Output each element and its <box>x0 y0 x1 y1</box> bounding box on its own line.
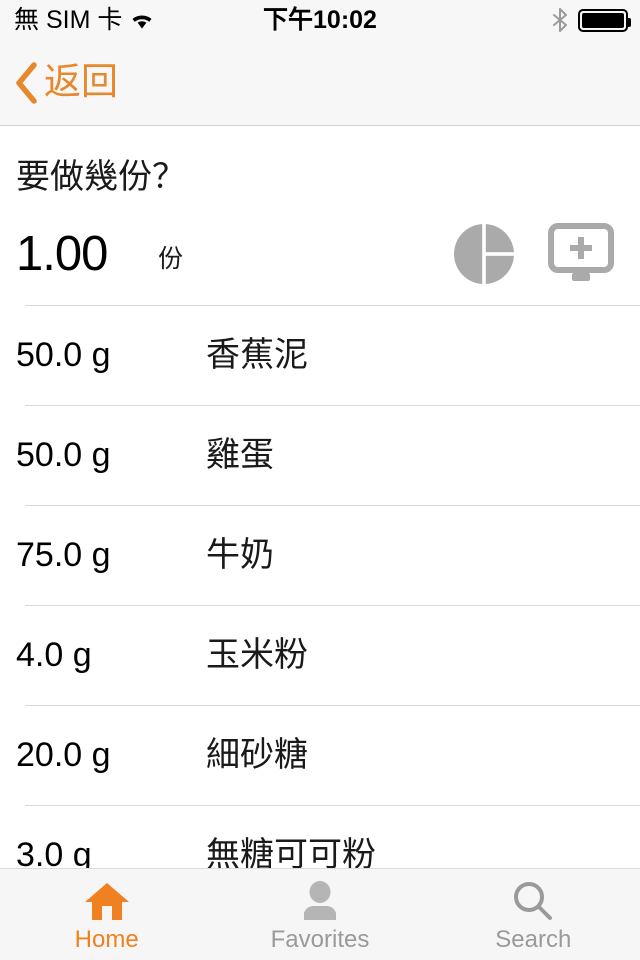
servings-value[interactable]: 1.00 <box>16 230 108 279</box>
search-icon <box>514 881 553 920</box>
table-row[interactable]: 3.0 g 無糖可可粉 <box>0 805 640 868</box>
servings-question-label: 要做幾份？ <box>16 158 186 196</box>
status-bar-left: 無 SIM 卡 <box>14 5 155 34</box>
bluetooth-icon <box>553 8 567 32</box>
chevron-left-icon <box>16 61 37 104</box>
home-icon <box>84 882 129 920</box>
navigation-bar: 返回 <box>0 40 640 126</box>
ingredient-name: 玉米粉 <box>206 636 308 674</box>
tab-home[interactable]: Home <box>0 869 213 960</box>
ingredient-name: 無糖可可粉 <box>206 836 376 868</box>
tab-search[interactable]: Search <box>427 869 640 960</box>
servings-actions <box>452 222 614 286</box>
servings-section: 要做幾份？ 1.00 份 <box>0 127 640 305</box>
back-button-label: 返回 <box>44 60 118 102</box>
wifi-icon <box>132 15 152 29</box>
table-row[interactable]: 50.0 g 香蕉泥 <box>0 305 640 405</box>
ingredient-name: 香蕉泥 <box>206 336 308 374</box>
ingredient-amount: 20.0 g <box>16 736 111 774</box>
tab-home-label: Home <box>74 925 139 953</box>
ingredient-amount: 75.0 g <box>16 536 111 574</box>
table-row[interactable]: 20.0 g 細砂糖 <box>0 705 640 805</box>
ingredient-amount: 4.0 g <box>16 636 92 674</box>
tab-home-icon-wrap <box>84 880 130 922</box>
table-row[interactable]: 50.0 g 雞蛋 <box>0 405 640 505</box>
tab-favorites[interactable]: Favorites <box>213 869 426 960</box>
tab-favorites-label: Favorites <box>270 925 370 953</box>
tab-search-label: Search <box>495 925 572 953</box>
ingredient-amount: 50.0 g <box>16 436 111 474</box>
screen-add-icon[interactable] <box>548 223 614 285</box>
ingredient-amount: 3.0 g <box>16 836 92 868</box>
table-row[interactable]: 75.0 g 牛奶 <box>0 505 640 605</box>
ingredient-amount: 50.0 g <box>16 336 111 374</box>
status-bar-right <box>552 0 631 40</box>
person-icon <box>303 880 336 920</box>
ingredient-list[interactable]: 50.0 g 香蕉泥 50.0 g 雞蛋 75.0 g 牛奶 4.0 g 玉米粉… <box>0 305 640 868</box>
back-button[interactable]: 返回 <box>0 60 118 104</box>
app-screen: 無 SIM 卡 下午10:02 返回 要做幾份？ 1.00 份 50.0 g 香… <box>0 0 640 960</box>
table-row[interactable]: 4.0 g 玉米粉 <box>0 605 640 705</box>
pie-chart-icon[interactable] <box>452 222 516 286</box>
servings-unit-label: 份 <box>158 245 184 273</box>
tab-favorites-icon-wrap <box>300 880 340 922</box>
battery-icon <box>578 8 631 32</box>
status-bar: 無 SIM 卡 下午10:02 <box>0 0 640 40</box>
ingredient-name: 雞蛋 <box>206 436 274 474</box>
ingredient-name: 細砂糖 <box>206 736 308 774</box>
battery-nub <box>627 17 631 27</box>
tab-search-icon-wrap <box>512 880 554 922</box>
tab-bar: Home Favorites Search <box>0 868 640 960</box>
carrier-label: 無 SIM 卡 <box>14 5 123 34</box>
ingredient-name: 牛奶 <box>206 536 274 574</box>
battery-fill <box>582 12 624 28</box>
